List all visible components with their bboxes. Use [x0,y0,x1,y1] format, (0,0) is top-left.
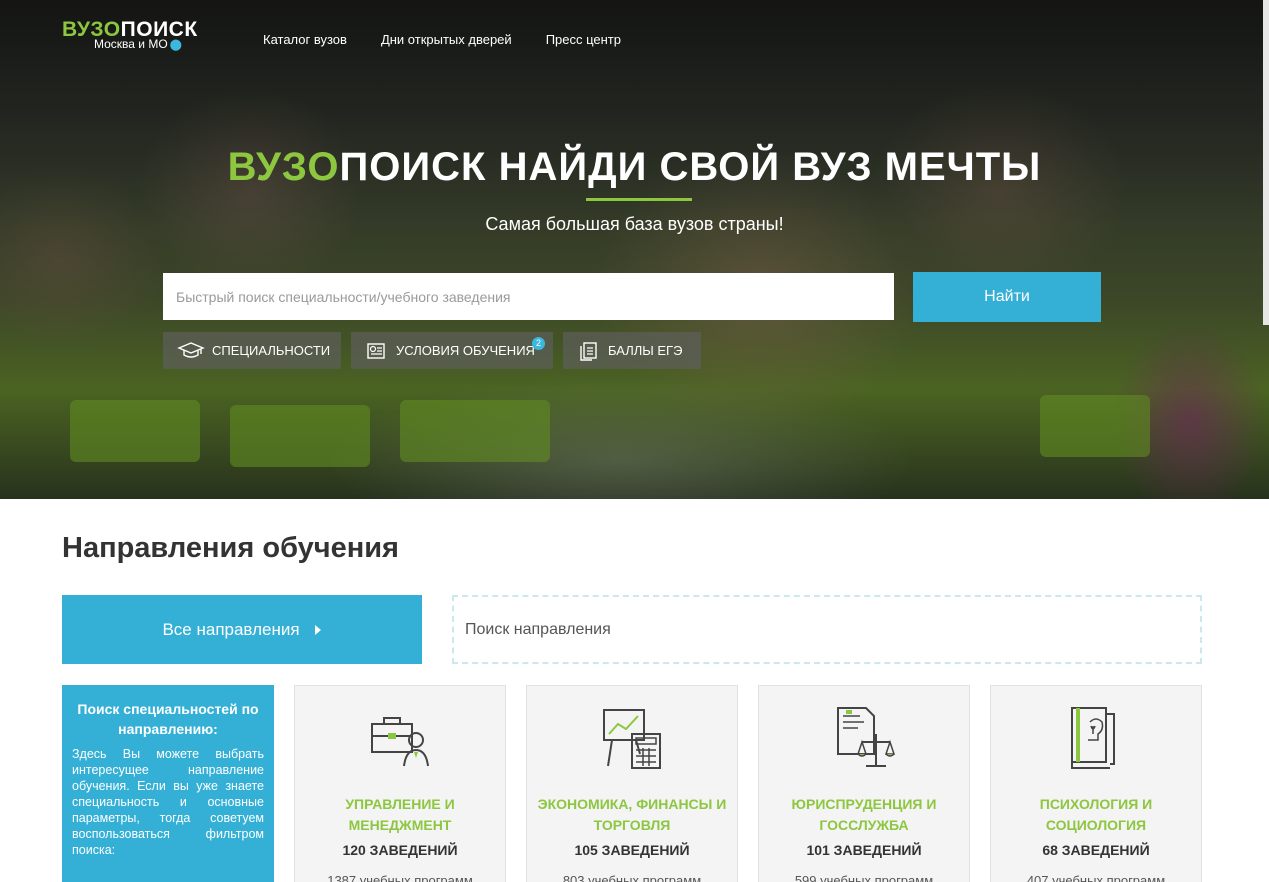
hero-overlay [0,0,1269,499]
nav-press-center[interactable]: Пресс центр [546,32,621,47]
direction-card-psychology[interactable]: ПСИХОЛОГИЯ И СОЦИОЛОГИЯ 68 ЗАВЕДЕНИЙ 407… [990,685,1202,882]
hero-headline: ВУЗОПОИСК НАЙДИ СВОЙ ВУЗ МЕЧТЫ [0,146,1269,188]
direction-card-economics[interactable]: ЭКОНОМИКА, ФИНАНСЫ И ТОРГОВЛЯ 105 ЗАВЕДЕ… [526,685,738,882]
region-text: Москва и МО [94,37,168,51]
card-title: УПРАВЛЕНИЕ И МЕНЕДЖМЕНТ [345,796,455,833]
chart-calculator-icon [603,709,661,769]
card-title: ЭКОНОМИКА, ФИНАНСЫ И ТОРГОВЛЯ [537,796,727,833]
card-title: ПСИХОЛОГИЯ И СОЦИОЛОГИЯ [1039,796,1153,833]
nav-open-days[interactable]: Дни открытых дверей [381,32,512,47]
card-programs: 1387 учебных программ [327,873,473,882]
quick-search-input[interactable] [163,273,894,320]
section-title: Направления обучения [62,532,399,564]
headline-green-part: ВУЗО [227,145,340,189]
direction-card-management[interactable]: УПРАВЛЕНИЕ И МЕНЕДЖМЕНТ 120 ЗАВЕДЕНИЙ 13… [294,685,506,882]
main-nav: Каталог вузов Дни открытых дверей Пресс … [263,32,621,47]
notification-badge: 2 [532,337,545,350]
chip-exam-scores[interactable]: БАЛЛЫ ЕГЭ [563,332,701,369]
briefcase-manager-icon [371,717,429,767]
card-count: 105 ЗАВЕДЕНИЙ [574,842,690,858]
chip-specialties-label: СПЕЦИАЛЬНОСТИ [212,343,331,358]
hero-subtitle: Самая большая база вузов страны! [485,214,784,234]
all-directions-button[interactable]: Все направления [62,595,422,664]
certificate-icon [367,342,385,359]
info-title: Поиск специальностей по направлению: [77,701,259,737]
card-programs: 407 учебных программ [1026,873,1166,882]
card-count: 68 ЗАВЕДЕНИЙ [1042,842,1150,858]
info-text: Здесь Вы можете выбрать интересущее напр… [72,747,264,857]
page: ВУЗОПОИСК Москва и МО ⬤ Каталог вузов Дни… [0,0,1269,882]
chevron-right-icon [314,624,321,635]
direction-search-input[interactable] [452,595,1202,664]
law-scales-icon [837,707,896,767]
headline-white-part: ПОИСК НАЙДИ СВОЙ ВУЗ МЕЧТЫ [339,145,1042,189]
card-programs: 599 учебных программ [794,873,934,882]
chip-specialties[interactable]: СПЕЦИАЛЬНОСТИ [163,332,341,369]
chip-study-conditions-label: УСЛОВИЯ ОБУЧЕНИЯ [396,343,535,358]
all-directions-label: Все направления [162,619,300,639]
card-count: 120 ЗАВЕДЕНИЙ [342,842,458,858]
card-count: 101 ЗАВЕДЕНИЙ [806,842,922,858]
info-panel: Поиск специальностей по направлению: Зде… [62,685,274,882]
site-logo[interactable]: ВУЗОПОИСК Москва и МО ⬤ [62,19,198,52]
direction-card-law[interactable]: ЮРИСПРУДЕНЦИЯ И ГОССЛУЖБА 101 ЗАВЕДЕНИЙ … [758,685,970,882]
chip-exam-scores-label: БАЛЛЫ ЕГЭ [608,343,683,358]
search-button[interactable]: Найти [913,272,1101,322]
chip-study-conditions[interactable]: УСЛОВИЯ ОБУЧЕНИЯ 2 [351,332,553,369]
documents-icon [580,341,597,361]
hero-section: ВУЗОПОИСК Москва и МО ⬤ Каталог вузов Дни… [0,0,1269,499]
graduation-cap-icon [177,341,205,358]
region-label: Москва и МО ⬤ [94,37,182,51]
headline-underline [586,198,692,201]
card-title: ЮРИСПРУДЕНЦИЯ И ГОССЛУЖБА [791,796,937,833]
card-programs: 803 учебных программ [562,873,702,882]
psychology-book-icon [1071,707,1115,769]
location-pin-icon: ⬤ [169,39,182,51]
nav-catalog[interactable]: Каталог вузов [263,32,347,47]
